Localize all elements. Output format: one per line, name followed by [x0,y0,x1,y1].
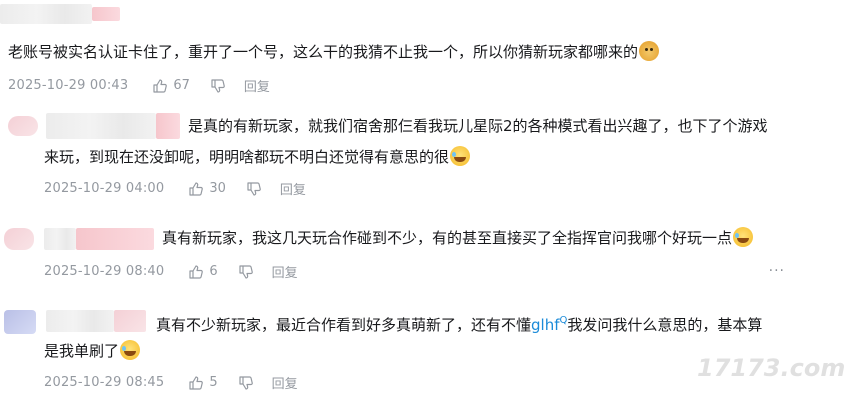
username-blur-badge [92,7,120,21]
watermark-text: 17173.com [697,354,846,382]
thumbs-down-icon [247,181,261,196]
username-blur-badge [156,113,180,139]
laugh-emoji-icon [733,227,754,247]
comment-text: 是真的有新玩家，就我们宿舍那仨看我玩儿星际2的各种模式看出兴趣了，也下了个游戏 [188,117,768,135]
thumbs-up-icon [189,264,204,279]
reply-button[interactable]: 回复 [272,373,298,392]
more-icon[interactable]: ··· [769,263,785,279]
like-count: 30 [209,181,226,196]
username-blur [0,4,92,24]
username-blur [46,310,114,332]
dislike-button[interactable] [246,181,262,197]
comment-date: 2025-10-29 08:45 [44,375,165,390]
reply-button[interactable]: 回复 [280,179,306,198]
like-count: 6 [209,264,218,279]
like-button[interactable]: 6 [188,264,218,280]
like-count: 5 [209,375,218,390]
like-button[interactable]: 67 [152,78,190,94]
comment-date: 2025-10-29 08:40 [44,264,165,279]
avatar[interactable] [8,116,38,136]
dislike-button[interactable] [238,264,254,280]
username-blur [44,228,76,250]
comment-date: 2025-10-29 00:43 [8,78,129,93]
like-count: 67 [173,78,190,93]
thumbs-down-icon [239,375,253,390]
comment-text: 真有不少新玩家，最近合作看到好多真萌新了，还有不懂glhfQ我发问我什么意思的，… [156,315,763,334]
watermark-logo: 17173.com [697,354,845,384]
like-button[interactable]: 5 [188,375,218,391]
avatar[interactable] [4,310,36,334]
comment-text: 老账号被实名认证卡住了，重开了一个号，这么干的我猜不止我一个，所以你猜新玩家都哪… [8,41,660,63]
laugh-emoji-icon [120,340,141,360]
comment-meta: 2025-10-29 08:45 5 回复 [44,373,298,392]
comment-text: 是我单刷了 [44,340,141,362]
avatar[interactable] [4,228,34,250]
comment-date: 2025-10-29 04:00 [44,181,165,196]
doge-emoji-icon [639,41,660,61]
dislike-button[interactable] [210,78,226,94]
thumbs-down-icon [239,264,253,279]
thumbs-up-icon [189,181,204,196]
thumbs-up-icon [153,78,168,93]
comment-text: 来玩，到现在还没卸呢，明明啥都玩不明白还觉得有意思的很 [44,146,471,168]
reply-button[interactable]: 回复 [272,262,298,281]
username-blur-badge [76,228,154,250]
dislike-button[interactable] [238,375,254,391]
laugh-emoji-icon [450,146,471,166]
comment-meta: 2025-10-29 04:00 30 回复 [44,179,306,198]
username-blur-badge [114,310,146,332]
thumbs-up-icon [189,375,204,390]
thumbs-down-icon [211,78,225,93]
comment-meta: 2025-10-29 00:43 67 回复 [8,76,270,95]
comment-text: 真有新玩家，我这几天玩合作碰到不少，有的甚至直接买了全指挥官问我哪个好玩一点 [162,227,754,249]
glhf-link[interactable]: glhfQ [531,315,567,334]
comment-meta: 2025-10-29 08:40 6 回复 [44,262,298,281]
reply-button[interactable]: 回复 [244,76,270,95]
username-blur [46,113,156,139]
like-button[interactable]: 30 [188,181,226,197]
